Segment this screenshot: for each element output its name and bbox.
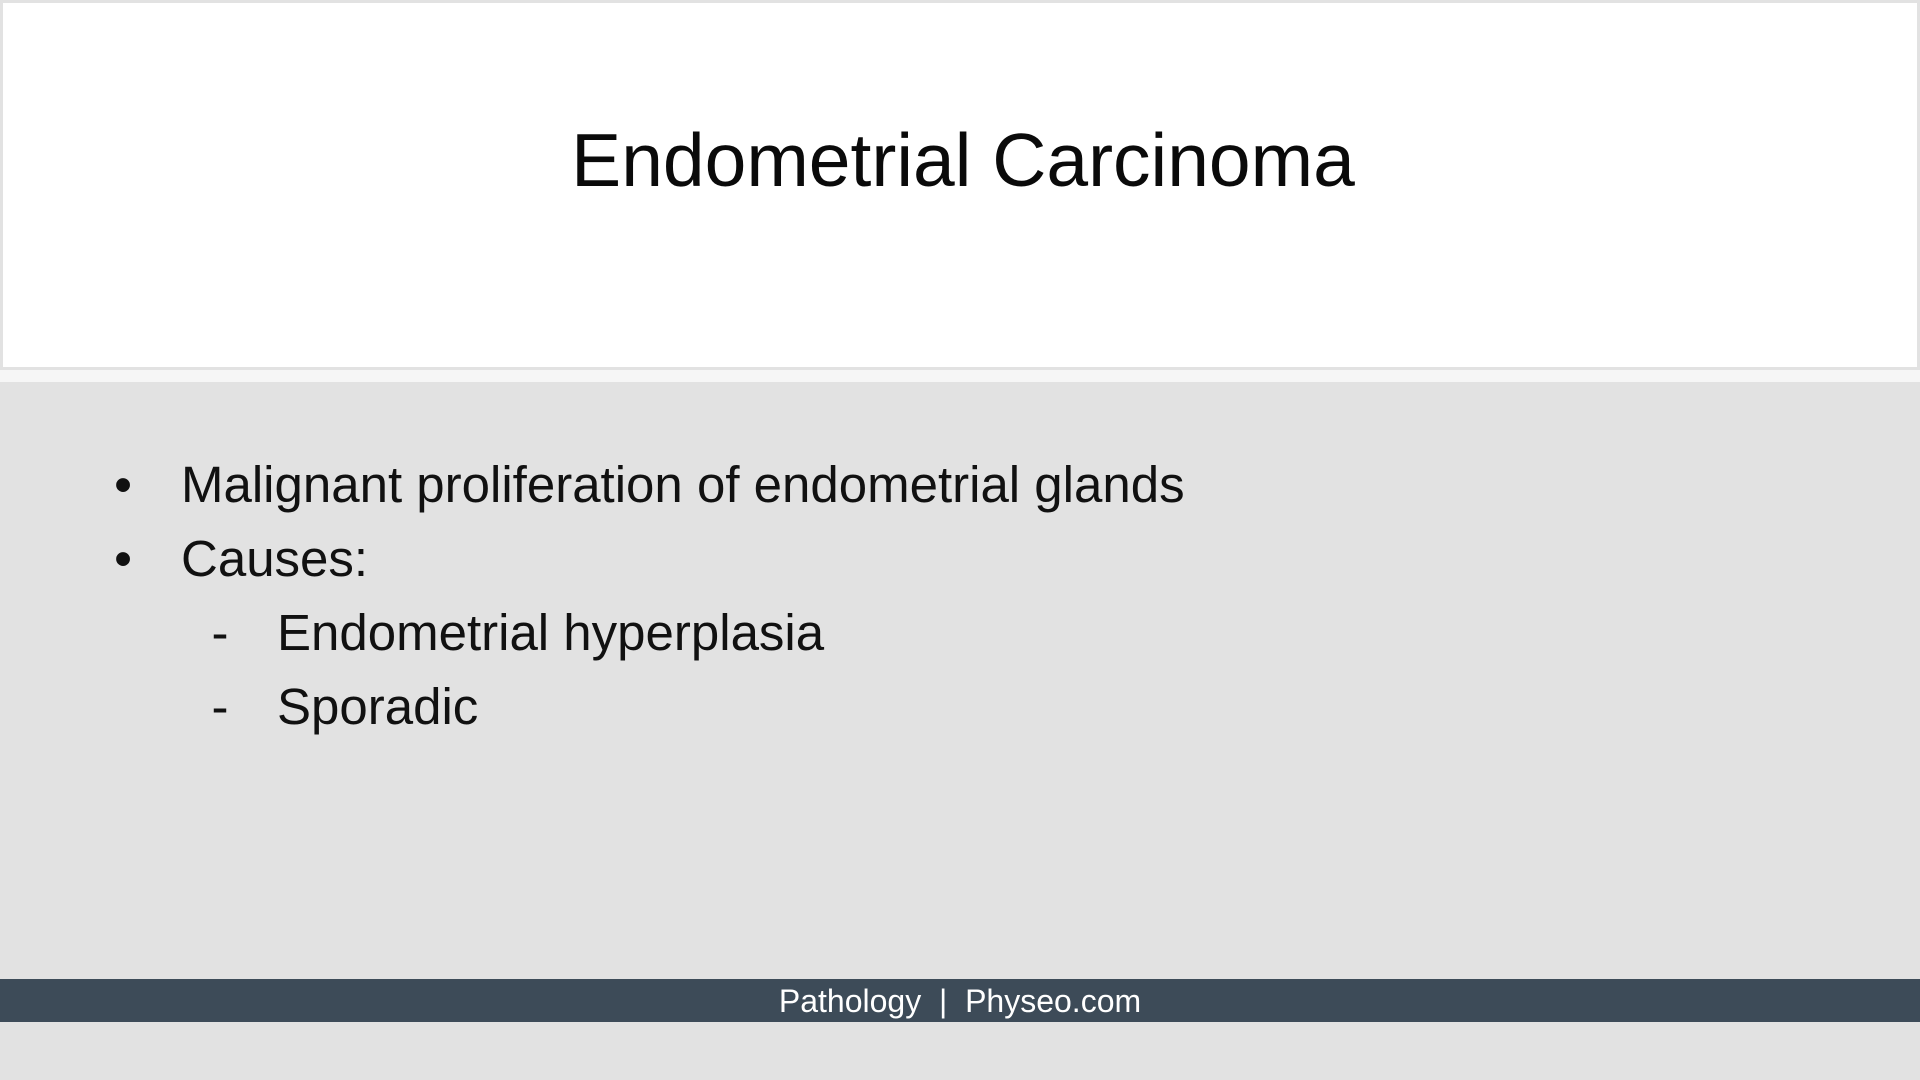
bullet-text: Causes: bbox=[181, 530, 369, 587]
title-box: Endometrial Carcinoma bbox=[0, 0, 1920, 370]
slide-content: • Malignant proliferation of endometrial… bbox=[0, 382, 1920, 979]
bullet-marker: • bbox=[114, 456, 132, 513]
slide: Endometrial Carcinoma • Malignant prolif… bbox=[0, 0, 1920, 1080]
footer-subject: Pathology bbox=[778, 983, 922, 1019]
sub-bullet-marker: - bbox=[211, 678, 229, 735]
title-separator bbox=[0, 370, 1920, 382]
footer-gap bbox=[947, 983, 965, 1019]
sub-bullet-text: Sporadic bbox=[277, 678, 479, 735]
slide-title: Endometrial Carcinoma bbox=[571, 118, 1355, 202]
bullet-text: Malignant proliferation of endometrial g… bbox=[181, 456, 1185, 513]
footer-gap bbox=[921, 983, 939, 1019]
bullet-marker: • bbox=[114, 530, 132, 587]
sub-bullet-text: Endometrial hyperplasia bbox=[277, 604, 825, 661]
footer-bar: Pathology | Physeo.com bbox=[0, 979, 1920, 1022]
sub-bullet-marker: - bbox=[211, 604, 229, 661]
bottom-strip bbox=[0, 1022, 1920, 1080]
footer-site: Physeo.com bbox=[965, 983, 1142, 1019]
